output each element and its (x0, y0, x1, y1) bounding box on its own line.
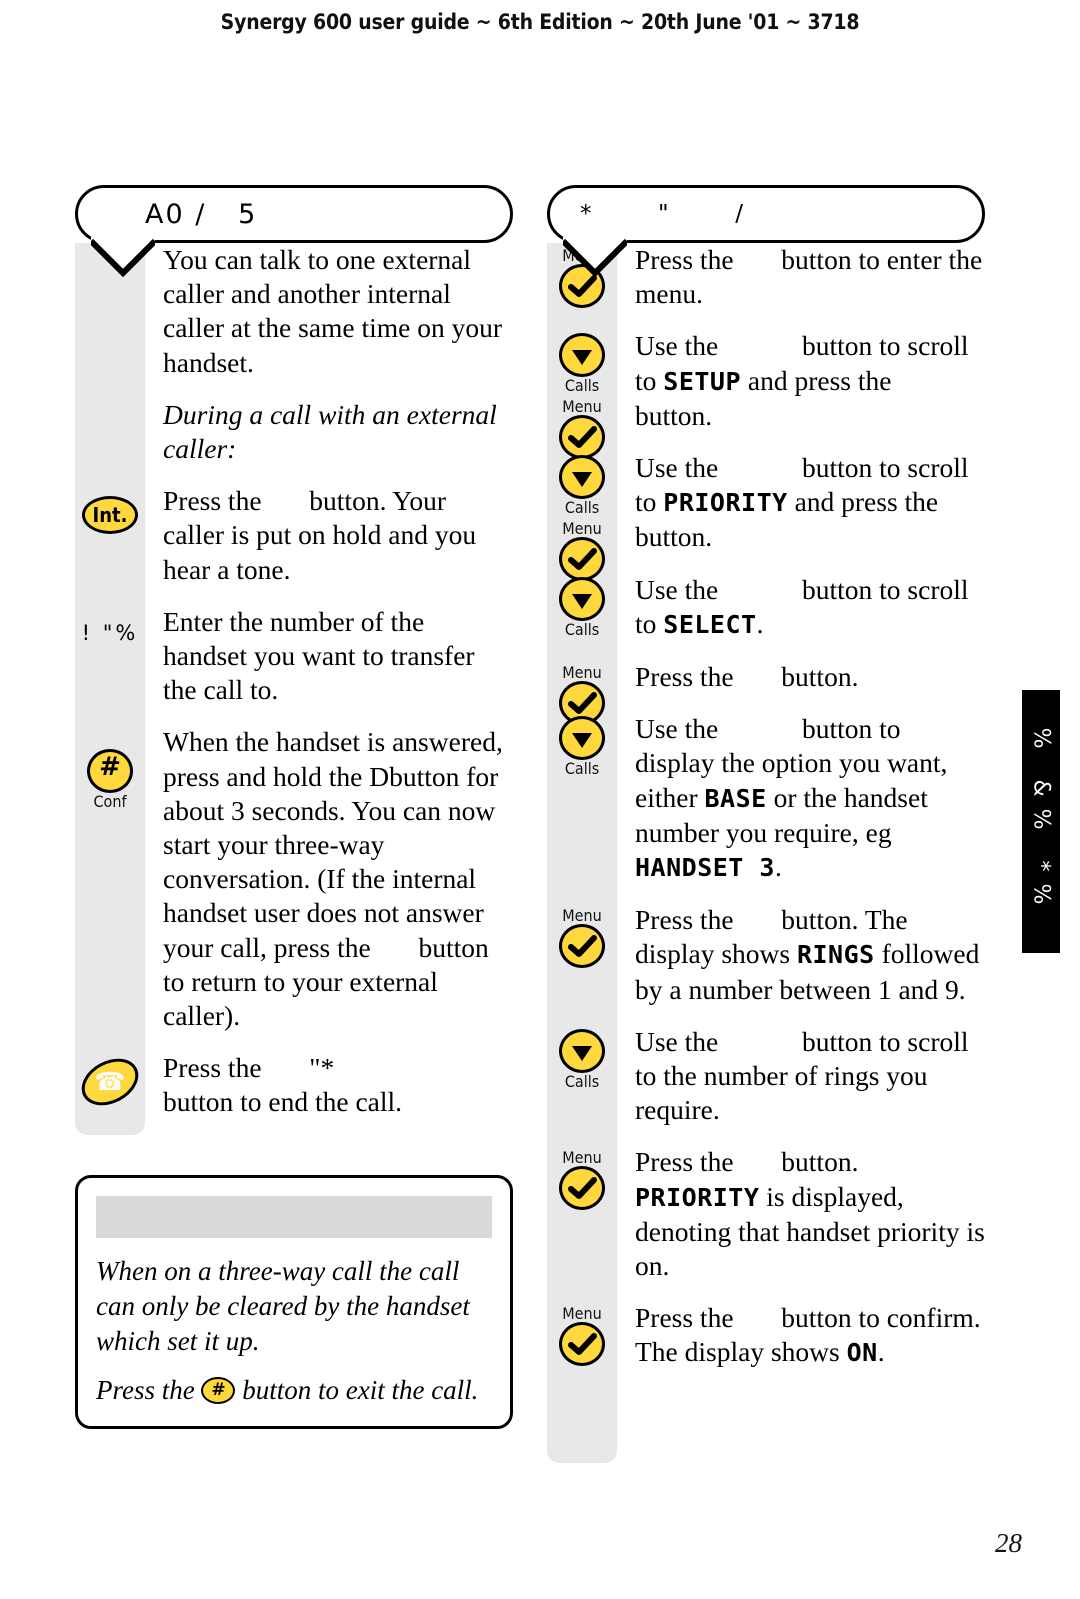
left-body: You can talk to one external caller and … (73, 243, 513, 1138)
note-body: When on a three-way call the call can on… (96, 1254, 492, 1408)
keypad-key-group[interactable]: Menu (547, 1304, 617, 1367)
keypad-key-group[interactable]: Menu (547, 1148, 617, 1211)
handset-phone-key-icon[interactable]: ☎ (73, 1049, 147, 1115)
note-paragraph: When on a three-way call the call can on… (96, 1256, 470, 1356)
keypad-key-group[interactable]: Calls (547, 333, 617, 394)
left-column: A0 / 5 You can talk to one external call… (73, 185, 513, 1138)
calls-down-arrow-key-icon[interactable] (559, 333, 605, 378)
note-heading-bar (96, 1196, 492, 1238)
right-step: Calls Use the button to display the optio… (547, 712, 985, 903)
keypad-key-group[interactable]: Calls (547, 455, 617, 516)
right-step-text: Use the button to scroll to SELECT. (635, 573, 969, 639)
note-box: When on a three-way call the call can on… (75, 1175, 513, 1429)
key-label-below: Calls (564, 619, 600, 639)
right-step-icon-slot: Menu (547, 1149, 617, 1214)
right-callout-tail (563, 237, 627, 277)
int-key-icon[interactable]: Int. (82, 496, 138, 535)
key-label-above: Menu (562, 906, 602, 926)
key-label-above: Menu (562, 1148, 602, 1168)
calls-down-arrow-key-icon[interactable] (559, 1028, 605, 1073)
right-step: Calls Menu Use the button to scroll to PRI… (547, 451, 985, 582)
menu-check-key-icon[interactable] (559, 1166, 605, 1211)
right-step-icon-slot: Calls Menu (547, 455, 617, 585)
right-step-text: Use the button to display the option you… (635, 713, 948, 883)
right-step-text: Press the button. PRIORITY is displayed,… (635, 1146, 985, 1282)
right-step-text: Press the button to confirm. The display… (635, 1302, 981, 1368)
glyph-artifact-icon: ! "% (81, 620, 139, 645)
calls-down-arrow-key-icon[interactable] (559, 576, 605, 621)
running-header: Synergy 600 user guide ~ 6th Edition ~ 2… (220, 10, 860, 34)
right-step: Menu Press the button. The display shows … (547, 903, 985, 1025)
thumb-tab-label: % &% *% (1028, 727, 1054, 916)
left-step: During a call with an external caller: (75, 398, 513, 484)
right-step-icon-slot: Menu (547, 1305, 617, 1370)
key-label-above: Menu (562, 1304, 602, 1324)
menu-check-key-icon[interactable] (559, 924, 605, 969)
left-step-text: Press the button. Your caller is put on … (163, 485, 477, 585)
menu-check-key-icon[interactable] (559, 1322, 605, 1367)
right-step: Menu Press the button. (547, 660, 985, 726)
left-step-text: You can talk to one external caller and … (163, 244, 503, 378)
right-step-text: Use the button to scroll to PRIORITY and… (635, 452, 969, 553)
section-thumb-tab: % &% *% (1022, 690, 1060, 953)
keypad-key-group[interactable]: Calls (547, 576, 617, 639)
right-step: Calls Menu Use the button to scroll to SET… (547, 329, 985, 460)
right-step-text: Press the button. (635, 661, 859, 693)
key-label-below: Calls (564, 498, 600, 518)
right-step: Menu Press the button to confirm. The dis… (547, 1301, 985, 1388)
right-step-icon-slot: Calls (547, 576, 617, 642)
conf-key-label: Conf (93, 792, 127, 812)
left-step-text: Enter the number of the handset you want… (163, 605, 475, 706)
left-step-icon-slot: # Conf (75, 749, 145, 810)
left-steps-list: You can talk to one external caller and … (73, 243, 513, 1138)
note-paragraph: Press the # button to exit the call. (96, 1375, 479, 1405)
left-step-icon-slot: Int. (75, 496, 145, 535)
right-callout-title: * " / (580, 201, 748, 227)
right-step: Calls Use the button to scroll to the num… (547, 1025, 985, 1146)
left-step-icon-slot: ☎ (73, 1049, 147, 1115)
left-step: # Conf When the handset is answered, press… (75, 725, 513, 1051)
right-step-text: Use the button to scroll to SETUP and pr… (635, 330, 969, 431)
calls-down-arrow-key-icon[interactable] (559, 716, 605, 761)
left-step: ☎ Press the "* button to end the call. (73, 1049, 513, 1137)
key-label-below: Calls (564, 759, 600, 779)
right-step-text: Press the button to enter the menu. (635, 244, 983, 310)
right-callout-heading: * " / (547, 185, 985, 243)
left-step: Int. Press the button. Your caller is put… (75, 484, 513, 605)
key-label-above: Menu (562, 663, 602, 683)
left-callout-tail (91, 237, 155, 277)
calls-down-arrow-key-icon[interactable] (559, 455, 605, 500)
right-step-icon-slot: Menu (547, 907, 617, 972)
right-step-icon-slot: Calls (547, 1028, 617, 1094)
left-step-text: Press the "* button to end the call. (163, 1052, 403, 1118)
conf-hash-key-icon[interactable]: # (87, 749, 133, 794)
key-label-below: Calls (564, 1071, 600, 1091)
left-callout-heading: A0 / 5 (75, 185, 513, 243)
right-body: Menu Press the button to enter the menu. C… (547, 243, 985, 1463)
right-step: Calls Use the button to scroll to SELECT. (547, 573, 985, 660)
key-label-above: Menu (562, 519, 602, 539)
page-number: 28 (995, 1528, 1022, 1558)
right-step-icon-slot: Calls Menu (547, 333, 617, 463)
left-step-text: When the handset is answered, press and … (163, 726, 503, 1032)
right-column: * " / Menu Press the button to enter the … (547, 185, 985, 1463)
right-step-icon-slot: Calls (547, 716, 617, 781)
keypad-key-group[interactable]: Menu (547, 906, 617, 969)
key-label-below: Calls (564, 376, 600, 396)
right-step-text: Press the button. The display shows RING… (635, 904, 980, 1005)
keypad-key-group[interactable]: Calls (547, 716, 617, 777)
left-step: ! "% Enter the number of the handset you … (75, 605, 513, 726)
right-steps-list: Menu Press the button to enter the menu. C… (547, 243, 985, 1389)
left-step-icon-slot: ! "% (75, 621, 145, 645)
right-step: Menu Press the button. PRIORITY is displa… (547, 1145, 985, 1301)
key-label-above: Menu (562, 397, 602, 417)
keypad-key-group[interactable]: Calls (547, 1028, 617, 1091)
left-callout-title: A0 / 5 (145, 198, 258, 230)
left-step-text: During a call with an external caller: (163, 398, 497, 465)
right-step-text: Use the button to scroll to the number o… (635, 1025, 969, 1126)
